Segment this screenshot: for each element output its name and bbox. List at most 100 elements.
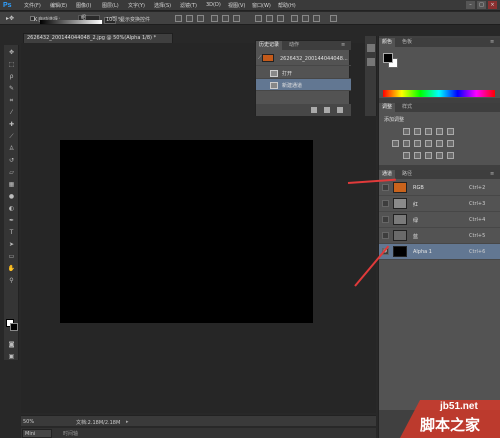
channel-mixer-icon[interactable]	[436, 140, 443, 147]
healing-tool-icon[interactable]: ✚	[7, 121, 16, 129]
blur-tool-icon[interactable]: ●	[7, 193, 16, 201]
distribute-bottom-icon[interactable]	[277, 15, 284, 22]
dodge-tool-icon[interactable]: ◐	[7, 205, 16, 213]
posterize-icon[interactable]	[414, 152, 421, 159]
threshold-icon[interactable]	[425, 152, 432, 159]
menu-filter[interactable]: 滤镜(T)	[180, 2, 197, 9]
move-tool-icon[interactable]: ▸✥	[6, 15, 14, 22]
color-lookup-icon[interactable]	[447, 140, 454, 147]
channel-row[interactable]: 红 Ctrl+3	[379, 196, 500, 212]
align-left-icon[interactable]	[211, 15, 218, 22]
channel-row[interactable]: 绿 Ctrl+4	[379, 212, 500, 228]
distribute-hcenter-icon[interactable]	[302, 15, 309, 22]
color-balance-icon[interactable]	[403, 140, 410, 147]
menu-layer[interactable]: 图层(L)	[102, 2, 119, 9]
color-spectrum-ramp[interactable]	[383, 90, 495, 97]
history-item-new-channel[interactable]: 新建通道	[256, 79, 351, 91]
distribute-vcenter-icon[interactable]	[266, 15, 273, 22]
timeline-tab[interactable]: 时间轴	[63, 430, 78, 437]
visibility-eye-icon[interactable]	[382, 232, 389, 239]
screen-mode-icon[interactable]: ▣	[7, 353, 16, 361]
tab-color[interactable]: 颜色	[379, 38, 396, 47]
eraser-tool-icon[interactable]: ▱	[7, 169, 16, 177]
zoom-tool-icon[interactable]: ⚲	[7, 277, 16, 285]
brush-tool-icon[interactable]: ⟋	[7, 133, 16, 141]
panel-menu-icon[interactable]: ≡	[487, 38, 497, 47]
properties-panel-icon[interactable]	[367, 58, 375, 66]
panel-menu-icon[interactable]: ≡	[338, 41, 348, 50]
path-select-tool-icon[interactable]: ➤	[7, 241, 16, 249]
minimize-button[interactable]: –	[466, 1, 475, 9]
gradient-map-icon[interactable]	[447, 152, 454, 159]
align-vcenter-icon[interactable]	[186, 15, 193, 22]
eyedropper-tool-icon[interactable]: ⁄	[7, 109, 16, 117]
channel-row[interactable]: ◉Alpha 1Ctrl+6	[379, 244, 500, 260]
tab-paths[interactable]: 路径	[399, 170, 415, 179]
history-brush-tool-icon[interactable]: ↺	[7, 157, 16, 165]
align-top-icon[interactable]	[175, 15, 182, 22]
channel-row[interactable]: RGB Ctrl+2	[379, 180, 500, 196]
distribute-left-icon[interactable]	[291, 15, 298, 22]
status-arrow-icon[interactable]: ▸	[126, 419, 129, 425]
shape-tool-icon[interactable]: ▭	[7, 253, 16, 261]
zoom-level[interactable]: 50%	[23, 419, 34, 425]
tab-actions[interactable]: 动作	[286, 41, 302, 50]
document-canvas[interactable]	[60, 140, 313, 323]
tab-styles[interactable]: 样式	[399, 103, 415, 112]
camera-icon[interactable]	[324, 107, 330, 113]
color-k-value-input[interactable]: 100	[104, 17, 116, 24]
stamp-tool-icon[interactable]: ♙	[7, 145, 16, 153]
distribute-right-icon[interactable]	[313, 15, 320, 22]
panel-menu-icon[interactable]: ≡	[487, 170, 497, 179]
menu-type[interactable]: 文字(Y)	[128, 2, 145, 9]
background-color-swatch[interactable]	[10, 323, 18, 331]
move-tool-icon[interactable]: ✥	[7, 49, 16, 57]
tab-swatches[interactable]: 色板	[399, 38, 415, 47]
menu-select[interactable]: 选择(S)	[154, 2, 171, 9]
brightness-contrast-icon[interactable]	[403, 128, 410, 135]
auto-align-icon[interactable]	[330, 15, 337, 22]
document-tab[interactable]: 2626432_200144044048_2.jpg @ 50%(Alpha 1…	[23, 33, 173, 43]
align-bottom-icon[interactable]	[197, 15, 204, 22]
visibility-eye-icon[interactable]	[382, 200, 389, 207]
menu-help[interactable]: 帮助(H)	[278, 2, 296, 9]
history-item-open[interactable]: 打开	[256, 67, 351, 79]
levels-icon[interactable]	[414, 128, 421, 135]
close-button[interactable]: ×	[488, 1, 497, 9]
tab-adjustments[interactable]: 调整	[379, 103, 396, 112]
photo-filter-icon[interactable]	[425, 140, 432, 147]
lasso-tool-icon[interactable]: ρ	[7, 73, 16, 81]
hand-tool-icon[interactable]: ✋	[7, 265, 16, 273]
selective-color-icon[interactable]	[436, 152, 443, 159]
crop-tool-icon[interactable]: ⌗	[7, 97, 16, 105]
menu-file[interactable]: 文件(F)	[24, 2, 41, 9]
maximize-button[interactable]: □	[477, 1, 486, 9]
marquee-tool-icon[interactable]: ⬚	[7, 61, 16, 69]
history-panel-icon[interactable]	[367, 44, 375, 52]
type-tool-icon[interactable]: T	[7, 229, 16, 237]
menu-edit[interactable]: 编辑(E)	[50, 2, 67, 9]
gradient-tool-icon[interactable]: ▦	[7, 181, 16, 189]
color-k-slider[interactable]	[40, 20, 102, 24]
black-white-icon[interactable]	[414, 140, 421, 147]
history-snapshot-row[interactable]: ⟋ 2626432_200144044048...	[256, 51, 351, 66]
new-document-from-state-icon[interactable]	[311, 107, 317, 113]
visibility-eye-icon[interactable]	[382, 184, 389, 191]
visibility-eye-icon[interactable]	[382, 216, 389, 223]
quick-mask-icon[interactable]: ◙	[7, 341, 16, 349]
tab-channels[interactable]: 通道	[379, 170, 396, 179]
vibrance-icon[interactable]	[447, 128, 454, 135]
align-hcenter-icon[interactable]	[222, 15, 229, 22]
channel-row[interactable]: 蓝 Ctrl+5	[379, 228, 500, 244]
menu-view[interactable]: 视图(V)	[228, 2, 245, 9]
distribute-top-icon[interactable]	[255, 15, 262, 22]
tab-history[interactable]: 历史记录	[256, 41, 283, 50]
align-right-icon[interactable]	[233, 15, 240, 22]
mini-bridge-tab[interactable]: Mini Bridge	[22, 429, 52, 438]
curves-icon[interactable]	[425, 128, 432, 135]
hue-saturation-icon[interactable]	[392, 140, 399, 147]
exposure-icon[interactable]	[436, 128, 443, 135]
quick-select-tool-icon[interactable]: ✎	[7, 85, 16, 93]
pen-tool-icon[interactable]: ✒	[7, 217, 16, 225]
foreground-color-box[interactable]	[383, 53, 393, 63]
